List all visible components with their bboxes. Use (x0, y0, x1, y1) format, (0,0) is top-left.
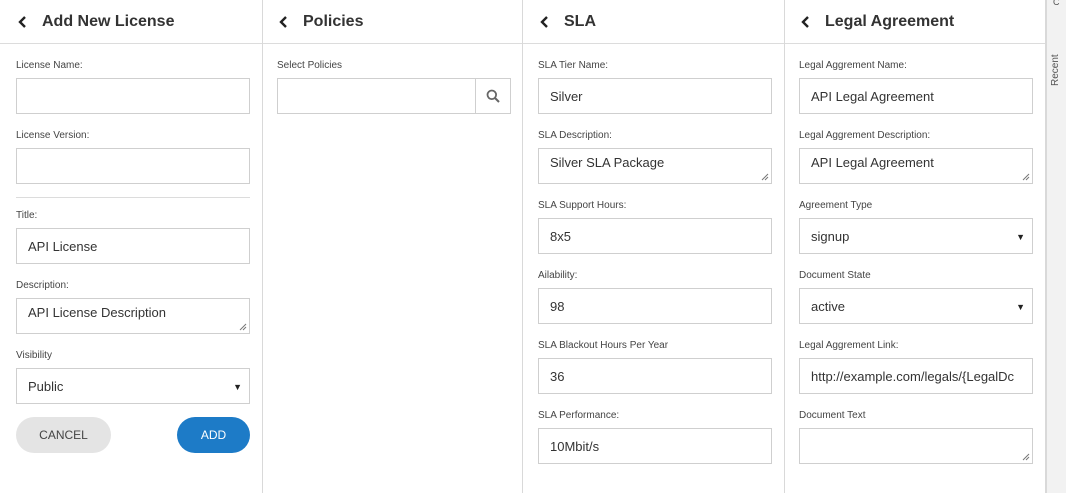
policies-panel: Policies Select Policies (263, 0, 523, 493)
cancel-button[interactable]: CANCEL (16, 417, 111, 453)
legal-name-label: Legal Aggrement Name: (799, 60, 907, 71)
legal-panel-header: Legal Agreement (785, 0, 1045, 44)
sla-blackout-input[interactable]: 36 (538, 358, 772, 394)
agreement-type-label: Agreement Type (799, 200, 873, 211)
panel-title: Add New License (42, 12, 175, 30)
document-text-label: Document Text (799, 410, 866, 421)
title-input[interactable]: API License (16, 228, 250, 264)
visibility-select[interactable]: Public ▼ (16, 368, 250, 404)
license-version-input[interactable] (16, 148, 250, 184)
license-name-label: License Name: (16, 60, 83, 71)
legal-name-input[interactable]: API Legal Agreement (799, 78, 1033, 114)
sla-description-text: Silver SLA Package (550, 155, 665, 170)
visibility-value: Public (28, 378, 64, 394)
license-panel: Add New License License Name: License Ve… (0, 0, 263, 493)
panel-title: Legal Agreement (825, 12, 955, 30)
panel-title: Policies (303, 12, 364, 30)
legal-description-text: API Legal Agreement (811, 155, 934, 170)
description-text: API License Description (28, 305, 167, 320)
sla-description-textarea[interactable]: Silver SLA Package (538, 148, 772, 184)
sla-blackout-label: SLA Blackout Hours Per Year (538, 340, 669, 351)
sla-availability-label: Ailability: (538, 270, 578, 281)
sla-description-label: SLA Description: (538, 130, 612, 141)
visibility-label: Visibility (16, 350, 52, 361)
title-label: Title: (16, 210, 38, 221)
sla-panel-header: SLA (523, 0, 784, 44)
legal-link-value: http://example.com/legals/{LegalDc (811, 368, 1015, 384)
document-state-select[interactable]: active ▼ (799, 288, 1033, 324)
caret-down-icon: ▼ (233, 382, 242, 392)
legal-link-input[interactable]: http://example.com/legals/{LegalDc (799, 358, 1033, 394)
legal-panel: Legal Agreement Legal Aggrement Name: AP… (785, 0, 1046, 493)
caret-down-icon: ▼ (1016, 302, 1025, 312)
sla-support-label: SLA Support Hours: (538, 200, 627, 211)
sla-performance-label: SLA Performance: (538, 410, 620, 421)
license-panel-header: Add New License (0, 0, 262, 44)
document-text-textarea[interactable] (799, 428, 1033, 464)
legal-description-label: Legal Aggrement Description: (799, 130, 931, 141)
add-button[interactable]: ADD (177, 417, 250, 453)
agreement-type-value: signup (811, 228, 850, 244)
back-chevron-icon[interactable] (16, 15, 30, 29)
resize-grip-icon[interactable] (761, 173, 769, 181)
agreement-type-select[interactable]: signup ▼ (799, 218, 1033, 254)
back-chevron-icon[interactable] (799, 15, 813, 29)
document-state-value: active (811, 298, 845, 314)
license-version-label: License Version: (16, 130, 90, 141)
resize-grip-icon[interactable] (1022, 453, 1030, 461)
sla-panel: SLA SLA Tier Name: Silver SLA Descriptio… (523, 0, 785, 493)
sla-tier-input[interactable]: Silver (538, 78, 772, 114)
panel-title: SLA (564, 12, 596, 30)
section-divider (16, 197, 250, 198)
license-name-input[interactable] (16, 78, 250, 114)
back-chevron-icon[interactable] (277, 15, 291, 29)
back-chevron-icon[interactable] (538, 15, 552, 29)
sla-support-input[interactable]: 8x5 (538, 218, 772, 254)
description-textarea[interactable]: API License Description (16, 298, 250, 334)
search-button[interactable] (475, 79, 510, 113)
resize-grip-icon[interactable] (239, 323, 247, 331)
policies-panel-header: Policies (263, 0, 522, 44)
sla-availability-input[interactable]: 98 (538, 288, 772, 324)
select-policies-label: Select Policies (277, 60, 343, 71)
recent-tab[interactable]: Recent (1050, 46, 1062, 86)
sla-performance-input[interactable]: 10Mbit/s (538, 428, 772, 464)
legal-description-textarea[interactable]: API Legal Agreement (799, 148, 1033, 184)
document-state-label: Document State (799, 270, 871, 281)
caret-down-icon: ▼ (1016, 232, 1025, 242)
legal-link-label: Legal Aggrement Link: (799, 340, 899, 351)
side-strip-glyph: C (1053, 0, 1060, 7)
description-label: Description: (16, 280, 69, 291)
resize-grip-icon[interactable] (1022, 173, 1030, 181)
search-icon (486, 89, 500, 103)
sla-tier-label: SLA Tier Name: (538, 60, 609, 71)
